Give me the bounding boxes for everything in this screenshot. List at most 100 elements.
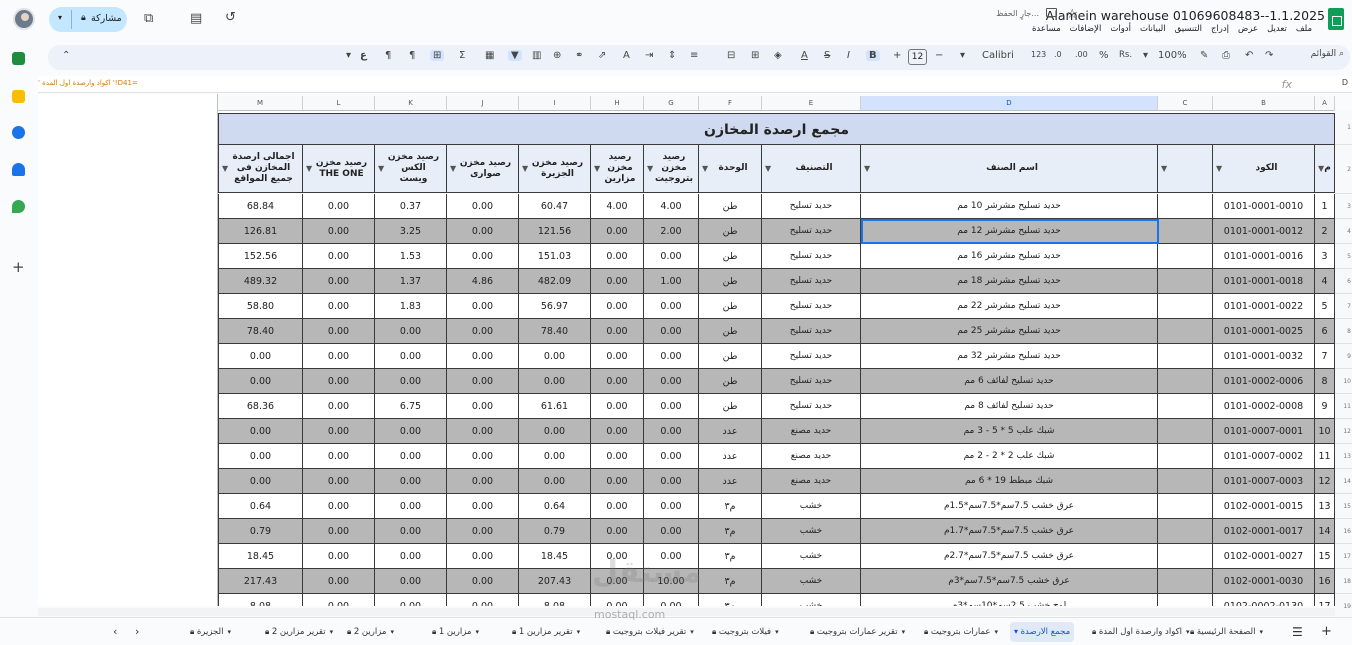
cell-g[interactable]: 0.00 [644, 244, 699, 269]
cell-name[interactable]: حديد تسليح لفائف 6 مم [861, 369, 1158, 394]
cell-unit[interactable]: طن [699, 294, 762, 319]
column-header-b[interactable]: B [1213, 96, 1315, 111]
document-title[interactable]: Alamein warehouse 01069608483--1.1.2025 [1046, 8, 1325, 23]
cell-h[interactable]: 0.00 [591, 369, 644, 394]
cell-g[interactable]: 0.00 [644, 419, 699, 444]
cell-k[interactable]: 1.37 [375, 269, 447, 294]
paint-format-icon[interactable]: ✎ [1200, 50, 1208, 61]
sum-icon[interactable]: Σ [459, 50, 465, 61]
cell-code[interactable]: 0101-0001-0022 [1213, 294, 1315, 319]
cell-m[interactable]: 11 [1315, 444, 1335, 469]
italic-icon[interactable]: I [847, 50, 850, 61]
cell-unit[interactable]: م٣ [699, 594, 762, 606]
chevron-down-icon[interactable]: ▾ [330, 628, 334, 636]
cell-h[interactable]: 0.00 [591, 519, 644, 544]
cell-l[interactable]: 0.00 [303, 369, 375, 394]
move-folder-icon[interactable] [1046, 8, 1057, 17]
cell-j[interactable]: 0.00 [447, 544, 519, 569]
font-size-field[interactable]: 12 [908, 49, 927, 65]
cell-empty[interactable] [1158, 494, 1213, 519]
print-icon[interactable]: ⎙ [1222, 50, 1230, 61]
cell-i[interactable]: 482.09 [519, 269, 591, 294]
grid-table-icon[interactable]: ⊞ [430, 50, 445, 61]
ltr-dropdown-icon[interactable]: ▾ [346, 50, 351, 61]
sheet-tab[interactable]: 🔒︎ مزارين 2 ▾ [347, 622, 394, 642]
text-direction-icon[interactable]: ع [360, 50, 367, 61]
row-header[interactable]: 9 [1335, 344, 1352, 369]
cell-empty[interactable] [1158, 194, 1213, 219]
cell-unit[interactable]: م٣ [699, 569, 762, 594]
table-icon[interactable]: ▦ [485, 50, 494, 61]
cell-l[interactable]: 0.00 [303, 494, 375, 519]
cell-cat[interactable]: حديد تسليح [762, 344, 861, 369]
cell-h[interactable]: 0.00 [591, 294, 644, 319]
cell-g[interactable]: 0.00 [644, 444, 699, 469]
cell-unit[interactable]: طن [699, 244, 762, 269]
cell-total[interactable]: 126.81 [218, 219, 303, 244]
cell-h[interactable]: 0.00 [591, 344, 644, 369]
cell-j[interactable]: 0.00 [447, 469, 519, 494]
cell-total[interactable]: 0.00 [218, 344, 303, 369]
cell-h[interactable]: 0.00 [591, 419, 644, 444]
cell-g[interactable]: 0.00 [644, 394, 699, 419]
cell-l[interactable]: 0.00 [303, 544, 375, 569]
cell-m[interactable]: 17 [1315, 594, 1335, 606]
cell-unit[interactable]: طن [699, 394, 762, 419]
menus-search[interactable]: القوائم ⌕ [1311, 49, 1344, 59]
cell-g[interactable]: 0.00 [644, 369, 699, 394]
cell-code[interactable]: 0101-0007-0001 [1213, 419, 1315, 444]
cell-m[interactable]: 5 [1315, 294, 1335, 319]
cell-code[interactable]: 0102-0001-0015 [1213, 494, 1315, 519]
column-header-e[interactable]: E [762, 96, 861, 111]
cell-h[interactable]: 0.00 [591, 319, 644, 344]
cell-l[interactable]: 0.00 [303, 294, 375, 319]
chevron-down-icon[interactable]: ▾ [1259, 628, 1263, 636]
column-header-j[interactable]: J [447, 96, 519, 111]
menu-item[interactable]: تعديل [1267, 24, 1287, 34]
column-header-a[interactable]: A [1315, 96, 1335, 111]
cell-m[interactable]: 3 [1315, 244, 1335, 269]
cell-g[interactable]: 0.00 [644, 344, 699, 369]
filter-dropdown-icon[interactable]: ▼ [306, 163, 312, 174]
cell-code[interactable]: 0102-0001-0030 [1213, 569, 1315, 594]
cell-total[interactable]: 8.08 [218, 594, 303, 606]
halign-icon[interactable]: ≡ [690, 50, 698, 61]
currency-button[interactable]: Rs. [1119, 50, 1132, 60]
borders-icon[interactable]: ⊞ [751, 50, 759, 61]
cell-m[interactable]: 12 [1315, 469, 1335, 494]
strikethrough-icon[interactable]: S [824, 50, 830, 61]
rotate-text-icon[interactable]: ⇗ [598, 50, 606, 61]
cell-l[interactable]: 0.00 [303, 219, 375, 244]
cell-cat[interactable]: حديد مصنع [762, 419, 861, 444]
cell-m[interactable]: 8 [1315, 369, 1335, 394]
cell-code[interactable]: 0102-0001-0017 [1213, 519, 1315, 544]
filter-dropdown-icon[interactable]: ▼ [522, 163, 528, 174]
cell-k[interactable]: 0.37 [375, 194, 447, 219]
cell-code[interactable]: 0101-0007-0002 [1213, 444, 1315, 469]
column-header-h[interactable]: H [591, 96, 644, 111]
cell-unit[interactable]: م٣ [699, 494, 762, 519]
cell-m[interactable]: 16 [1315, 569, 1335, 594]
cell-i[interactable]: 0.00 [519, 444, 591, 469]
cell-empty[interactable] [1158, 469, 1213, 494]
undo-icon[interactable]: ↶ [1245, 50, 1253, 61]
cell-name[interactable]: عرق خشب 7.5سم*7.5سم*1.7م [861, 519, 1158, 544]
filter-dropdown-icon[interactable]: ▼ [450, 163, 456, 174]
cell-h[interactable]: 0.00 [591, 444, 644, 469]
star-icon[interactable]: ☆ [1066, 7, 1078, 22]
contacts-icon[interactable] [12, 163, 25, 176]
font-dropdown-icon[interactable]: ▾ [960, 50, 965, 61]
comment-add-icon[interactable]: ⊕ [553, 50, 561, 61]
cell-m[interactable]: 13 [1315, 494, 1335, 519]
cell-k[interactable]: 3.25 [375, 219, 447, 244]
cell-unit[interactable]: طن [699, 344, 762, 369]
cell-l[interactable]: 0.00 [303, 319, 375, 344]
cell-name[interactable]: شبك علب 5 * 5 - 3 مم [861, 419, 1158, 444]
filter-dropdown-icon[interactable]: ▼ [702, 163, 708, 174]
add-addon-icon[interactable]: + [12, 258, 25, 276]
sheet-tab[interactable]: 🔒︎ تقرير فيلات بتروجيت ▾ [606, 622, 694, 642]
cell-h[interactable]: 0.00 [591, 594, 644, 606]
cell-g[interactable]: 0.00 [644, 594, 699, 606]
cell-unit[interactable]: عدد [699, 469, 762, 494]
sheet-tab[interactable]: 🔒︎ اكواد وارصدة اول المدة ▾ [1092, 622, 1190, 642]
